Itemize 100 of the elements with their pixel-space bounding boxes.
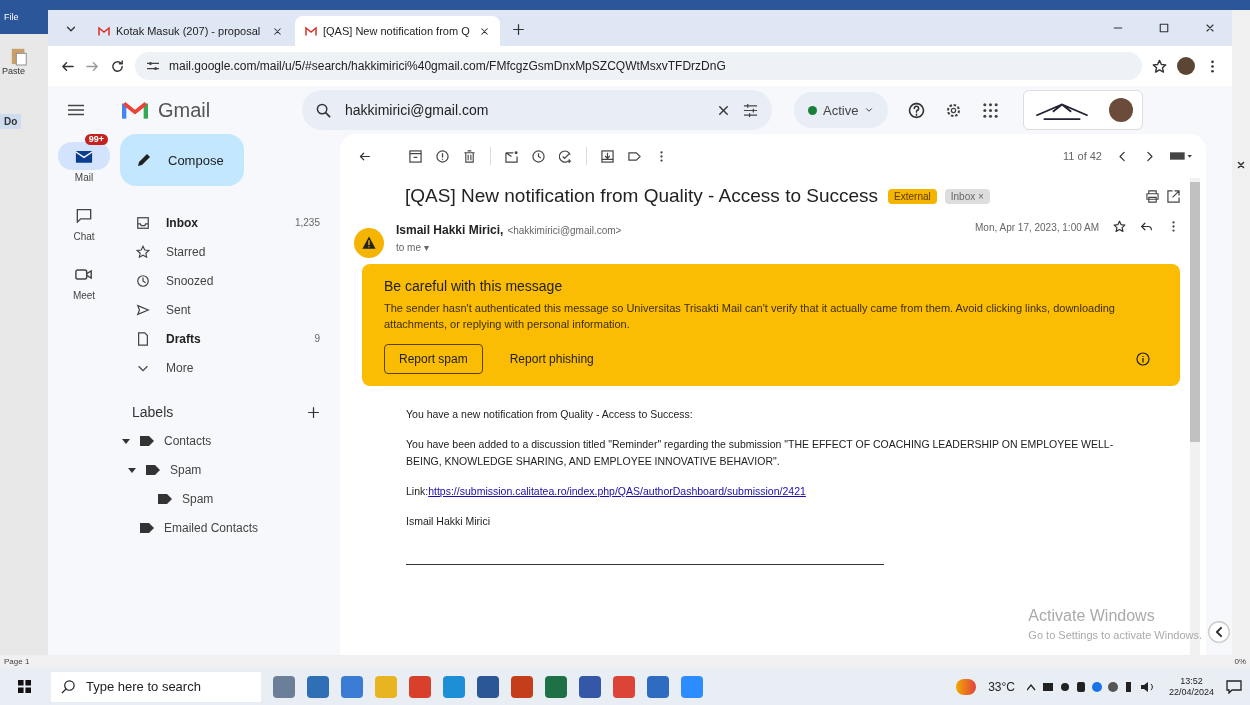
- gmail-logo-icon: [122, 100, 148, 120]
- close-tab-icon[interactable]: [479, 25, 490, 37]
- folder-item[interactable]: More: [120, 353, 332, 382]
- search-icon[interactable]: [61, 679, 76, 694]
- label-chip[interactable]: Inbox ×: [944, 188, 990, 204]
- side-panel-toggle-icon[interactable]: [1208, 621, 1230, 643]
- help-icon[interactable]: [908, 101, 926, 119]
- app-icon[interactable]: [681, 675, 703, 698]
- app-icon[interactable]: [443, 675, 465, 698]
- browser-tab[interactable]: [QAS] New notification from Q: [295, 16, 500, 46]
- app-icon[interactable]: [545, 675, 567, 698]
- app-icon[interactable]: [341, 675, 363, 698]
- move-icon[interactable]: [601, 149, 614, 163]
- rail-item[interactable]: Meet: [58, 252, 110, 301]
- menu-icon[interactable]: [68, 104, 84, 116]
- site-settings-icon[interactable]: [147, 61, 159, 71]
- submission-link[interactable]: https://submission.calitatea.ro/index.php/QAS/authorDashboard/submission/2421: [428, 485, 806, 497]
- caret-icon[interactable]: [128, 465, 136, 474]
- settings-icon[interactable]: [945, 101, 963, 119]
- info-icon[interactable]: [1136, 352, 1150, 366]
- close-pane-icon[interactable]: [1236, 160, 1246, 170]
- temperature[interactable]: 33°C: [988, 679, 1015, 694]
- folder-item[interactable]: Starred: [120, 237, 332, 266]
- add-label-icon[interactable]: [307, 405, 320, 419]
- folder-item[interactable]: Inbox 1,235: [120, 208, 332, 237]
- email-paragraph: Link:https://submission.calitatea.ro/index.php/QAS/authorDashboard/submission/2421: [406, 484, 807, 499]
- label-tag-icon: [146, 464, 160, 475]
- search-options-icon[interactable]: [743, 102, 758, 118]
- star-icon: [136, 244, 150, 259]
- print-icon[interactable]: [1146, 189, 1159, 203]
- label-chip[interactable]: External: [888, 188, 937, 204]
- app-icon[interactable]: [307, 675, 329, 698]
- app-icon[interactable]: [579, 675, 601, 698]
- paste-button[interactable]: Paste: [2, 66, 25, 76]
- sender-name: Ismail Hakki Mirici,: [396, 223, 504, 237]
- taskbar-search-bar[interactable]: Type here to search: [51, 671, 261, 702]
- maximize-icon[interactable]: [1158, 22, 1170, 34]
- apps-icon[interactable]: [982, 101, 1000, 119]
- keyboard-icon[interactable]: [1170, 151, 1192, 161]
- reload-icon[interactable]: [110, 58, 125, 74]
- account-avatar[interactable]: [1108, 98, 1133, 122]
- app-icon[interactable]: [273, 675, 295, 698]
- rail-item[interactable]: Chat: [58, 193, 110, 242]
- close-icon[interactable]: [1204, 22, 1216, 34]
- compose-button[interactable]: Compose: [120, 134, 244, 186]
- delete-icon[interactable]: [463, 149, 476, 163]
- report-button[interactable]: Report phishing: [494, 344, 609, 374]
- mark-unread-icon[interactable]: [505, 149, 518, 163]
- app-icon[interactable]: [511, 675, 533, 698]
- label-icon[interactable]: [628, 149, 641, 163]
- dropdown-caret-icon[interactable]: [864, 105, 875, 115]
- chat-icon: [75, 207, 93, 223]
- open-new-window-icon[interactable]: [1167, 189, 1180, 203]
- scrollbar-thumb[interactable]: [1190, 182, 1200, 442]
- profile-avatar[interactable]: [1177, 57, 1195, 75]
- close-tab-icon[interactable]: [272, 25, 283, 37]
- zoom-level: 0%: [1234, 657, 1246, 666]
- new-tab-icon[interactable]: [512, 23, 525, 36]
- taskbar-search-input[interactable]: Type here to search: [84, 678, 251, 695]
- folder-item[interactable]: Sent: [120, 295, 332, 324]
- account-card[interactable]: [1023, 90, 1144, 130]
- status-dot: [808, 105, 817, 115]
- status-button[interactable]: Active: [794, 92, 889, 128]
- label-item[interactable]: Spam: [120, 455, 332, 484]
- address-bar[interactable]: mail.google.com/mail/u/5/#search/hakkimirici%40gmail.com/FMfcgzGsmDnxMpSZCQWtMsxvTFDrzDnG: [135, 52, 1142, 80]
- folder-item[interactable]: Snoozed: [120, 266, 332, 295]
- report-button[interactable]: Report spam: [384, 344, 483, 374]
- caret-icon[interactable]: [122, 436, 130, 445]
- clock[interactable]: 13:52 22/04/2024: [1168, 675, 1214, 698]
- document-tab[interactable]: Do: [0, 114, 22, 129]
- folder-item[interactable]: Drafts 9: [120, 324, 332, 353]
- weather-icon[interactable]: [956, 678, 977, 695]
- app-icon[interactable]: [477, 675, 499, 698]
- search-bar[interactable]: hakkimirici@gmail.com: [302, 90, 772, 130]
- send-icon: [136, 302, 150, 317]
- activation-title: Activate Windows: [1028, 607, 1156, 625]
- clipboard-icon[interactable]: [10, 46, 28, 66]
- label-item[interactable]: Emailed Contacts: [120, 513, 332, 542]
- email-paragraph: Ismail Hakki Mirici: [406, 514, 491, 529]
- app-icon[interactable]: [409, 675, 431, 698]
- browser-tab[interactable]: Kotak Masuk (207) - proposal: [88, 16, 293, 46]
- notification-icon[interactable]: [1226, 679, 1242, 694]
- app-icon[interactable]: [647, 675, 669, 698]
- archive-icon[interactable]: [409, 149, 422, 163]
- bookmark-star-icon[interactable]: [1152, 58, 1167, 74]
- search-icon[interactable]: [316, 102, 331, 118]
- label-tag-icon: [140, 435, 154, 446]
- app-icon[interactable]: [613, 675, 635, 698]
- start-icon[interactable]: [18, 680, 31, 693]
- search-input[interactable]: hakkimirici@gmail.com: [343, 101, 704, 119]
- add-task-icon[interactable]: [559, 149, 572, 163]
- star-icon[interactable]: [1113, 220, 1126, 233]
- report-icon[interactable]: [436, 149, 449, 163]
- snooze-icon[interactable]: [532, 149, 545, 163]
- clock-icon: [136, 273, 150, 288]
- video-camera-icon: [75, 266, 93, 282]
- label-item[interactable]: Contacts: [120, 426, 332, 455]
- label-item[interactable]: Spam: [120, 484, 332, 513]
- reply-icon[interactable]: [1140, 220, 1153, 233]
- recipient-dropdown[interactable]: to me ▾: [396, 242, 622, 253]
